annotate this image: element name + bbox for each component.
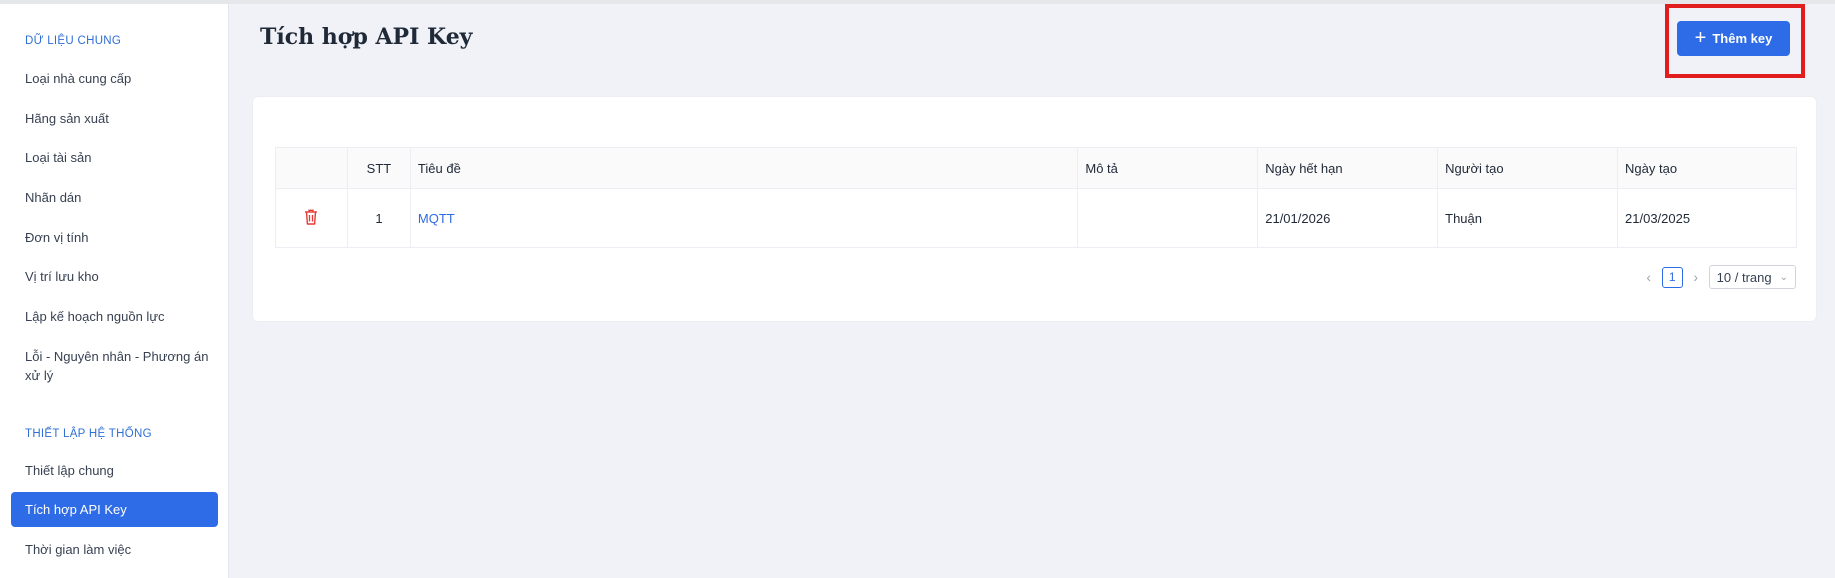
sidebar-item-working-time[interactable]: Thời gian làm việc <box>11 532 218 567</box>
page-size-select[interactable]: 10 / trang ⌄ <box>1708 265 1796 289</box>
column-header-expiry[interactable]: Ngày hết hạn <box>1257 147 1439 189</box>
pagination: ‹ 1 › 10 / trang ⌄ <box>1642 265 1796 289</box>
column-header-title[interactable]: Tiêu đề <box>409 147 1079 189</box>
column-header-creator[interactable]: Người tạo <box>1437 147 1619 189</box>
next-page-icon[interactable]: › <box>1689 269 1703 285</box>
api-key-table: STT Tiêu đề Mô tả Ngày hết hạn Người tạo… <box>275 147 1797 248</box>
cell-description <box>1077 188 1259 248</box>
cell-creator: Thuận <box>1437 188 1619 248</box>
sidebar-item-resource-planning[interactable]: Lập kế hoạch nguồn lực <box>11 299 218 334</box>
trash-icon[interactable] <box>303 208 319 226</box>
sidebar-item-labels[interactable]: Nhãn dán <box>11 180 218 215</box>
section-title-general-data: DỮ LIỆU CHUNG <box>25 35 122 47</box>
column-header-created[interactable]: Ngày tạo <box>1617 147 1797 189</box>
add-key-label: Thêm key <box>1712 31 1773 46</box>
sidebar-item-unit[interactable]: Đơn vị tính <box>11 220 218 255</box>
section-title-system-settings: THIẾT LẬP HỆ THỐNG <box>25 428 152 440</box>
sidebar-item-errors-causes[interactable]: Lỗi - Nguyên nhân - Phương án xử lý <box>11 347 218 391</box>
api-key-title-link[interactable]: MQTT <box>418 211 455 226</box>
cell-stt: 1 <box>346 188 411 248</box>
page-title: Tích hợp API Key <box>260 24 473 50</box>
column-header-description[interactable]: Mô tả <box>1077 147 1259 189</box>
column-header-stt[interactable]: STT <box>346 147 411 189</box>
row-actions <box>275 188 348 248</box>
table-row: 1 MQTT 21/01/2026 Thuận 21/03/2025 <box>275 188 1797 248</box>
cell-created: 21/03/2025 <box>1617 188 1797 248</box>
page-number-current[interactable]: 1 <box>1661 266 1683 288</box>
sidebar-item-api-key[interactable]: Tích hợp API Key <box>11 492 218 527</box>
cell-expiry: 21/01/2026 <box>1257 188 1439 248</box>
api-key-card: STT Tiêu đề Mô tả Ngày hết hạn Người tạo… <box>252 96 1817 322</box>
column-header-actions <box>275 147 348 189</box>
sidebar: DỮ LIỆU CHUNG Loại nhà cung cấp Hãng sản… <box>0 4 229 578</box>
sidebar-item-manufacturer[interactable]: Hãng sản xuất <box>11 101 218 136</box>
sidebar-item-asset-type[interactable]: Loại tài sản <box>11 140 218 175</box>
sidebar-item-supplier-type[interactable]: Loại nhà cung cấp <box>11 61 218 96</box>
sidebar-item-general-settings[interactable]: Thiết lập chung <box>11 453 218 488</box>
sidebar-item-storage-location[interactable]: Vị trí lưu kho <box>11 259 218 294</box>
top-border <box>0 0 1835 4</box>
prev-page-icon[interactable]: ‹ <box>1642 269 1656 285</box>
table-header-row: STT Tiêu đề Mô tả Ngày hết hạn Người tạo… <box>275 147 1797 189</box>
chevron-down-icon: ⌄ <box>1779 271 1788 283</box>
cell-title: MQTT <box>409 188 1079 248</box>
page-size-value: 10 / trang <box>1716 269 1772 285</box>
plus-icon: + <box>1694 26 1707 49</box>
add-key-button[interactable]: + Thêm key <box>1677 21 1790 56</box>
